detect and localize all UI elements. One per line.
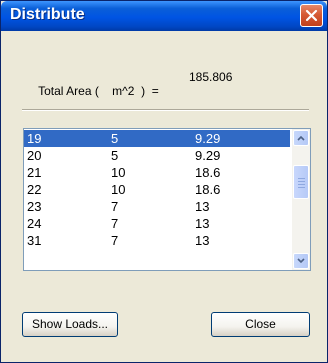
chevron-down-icon: [297, 258, 305, 264]
thumb-grip-line: [298, 187, 305, 188]
distribution-listbox[interactable]: 19 5 9.29 20 5 9.29 21 10 18.6 22 10 18.6 23 7 13 24 7 13…: [23, 128, 311, 271]
list-cell-col1: 21: [27, 165, 42, 180]
total-area-label: Total Area ( m^2 ) =: [38, 84, 159, 98]
distribute-dialog: Distribute Total Area ( m^2 ) = 185.806 …: [0, 0, 328, 363]
thumb-grip-line: [298, 181, 305, 182]
list-cell-col3: 13: [195, 216, 210, 231]
list-cell-col2: 7: [111, 233, 119, 248]
list-cell-col1: 19: [27, 131, 42, 146]
list-item[interactable]: 24 7 13: [24, 215, 290, 232]
list-cell-col2: 7: [111, 216, 119, 231]
close-icon: [305, 9, 318, 22]
list-cell-col1: 22: [27, 182, 42, 197]
window-close-button[interactable]: [300, 4, 323, 27]
thumb-grip-line: [298, 184, 305, 185]
scroll-up-button[interactable]: [293, 130, 309, 146]
list-cell-col2: 10: [111, 165, 126, 180]
list-item[interactable]: 23 7 13: [24, 198, 290, 215]
list-cell-col1: 31: [27, 233, 42, 248]
chevron-up-icon: [297, 135, 305, 141]
list-item[interactable]: 20 5 9.29: [24, 147, 290, 164]
vertical-scrollbar[interactable]: [292, 129, 310, 270]
list-cell-col3: 18.6: [195, 165, 221, 180]
scroll-thumb[interactable]: [293, 165, 309, 199]
list-rows: 19 5 9.29 20 5 9.29 21 10 18.6 22 10 18.6 23 7 13 24 7 13…: [24, 130, 290, 249]
scroll-down-button[interactable]: [293, 253, 309, 269]
thumb-grip-line: [298, 178, 305, 179]
list-cell-col1: 20: [27, 148, 42, 163]
list-cell-col2: 7: [111, 199, 119, 214]
list-cell-col3: 9.29: [195, 148, 221, 163]
list-cell-col3: 9.29: [195, 131, 221, 146]
total-area-line: Total Area ( m^2 ) = 185.806: [25, 70, 232, 126]
list-cell-col2: 5: [111, 131, 119, 146]
list-cell-col3: 13: [195, 199, 210, 214]
list-item[interactable]: 19 5 9.29: [24, 130, 290, 147]
list-cell-col1: 23: [27, 199, 42, 214]
title-bar[interactable]: Distribute: [1, 1, 327, 31]
separator: [22, 109, 309, 111]
total-area-value: 185.806: [189, 70, 233, 84]
list-cell-col3: 18.6: [195, 182, 221, 197]
list-item[interactable]: 21 10 18.6: [24, 164, 290, 181]
list-cell-col2: 5: [111, 148, 119, 163]
list-cell-col2: 10: [111, 182, 126, 197]
list-cell-col3: 13: [195, 233, 210, 248]
show-loads-button[interactable]: Show Loads...: [22, 312, 118, 337]
list-item[interactable]: 22 10 18.6: [24, 181, 290, 198]
close-button[interactable]: Close: [211, 312, 310, 337]
window-title: Distribute: [10, 6, 85, 23]
list-item[interactable]: 31 7 13: [24, 232, 290, 249]
list-cell-col1: 24: [27, 216, 42, 231]
